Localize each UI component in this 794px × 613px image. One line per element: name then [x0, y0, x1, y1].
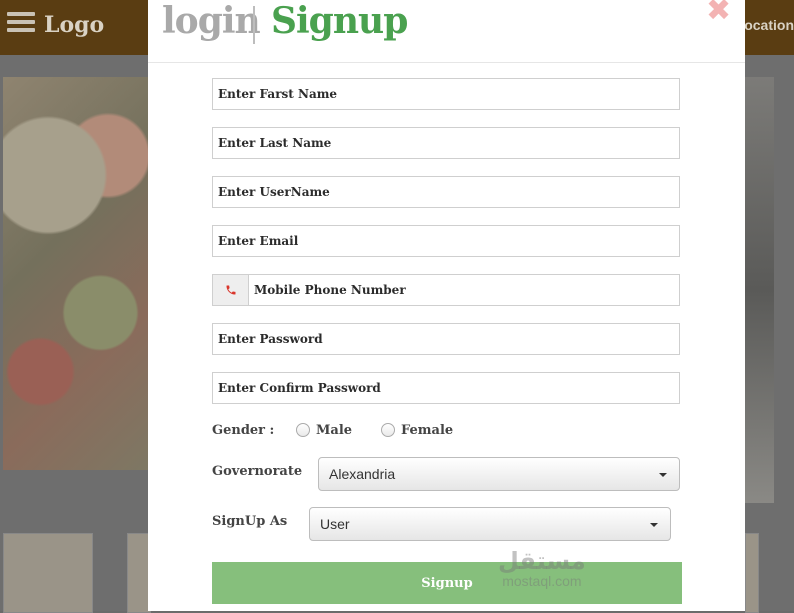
mobile-phone-input[interactable]: [249, 275, 679, 305]
mobile-phone-field[interactable]: [212, 274, 680, 306]
chevron-down-icon: [659, 473, 667, 477]
signup-as-select[interactable]: User: [309, 507, 671, 541]
modal-header: login Signup ✖: [148, 0, 745, 63]
governorate-select[interactable]: Alexandria: [318, 457, 680, 491]
close-icon[interactable]: ✖: [706, 0, 731, 26]
email-input[interactable]: [213, 226, 679, 256]
last-name-input[interactable]: [213, 128, 679, 158]
gender-label: Gender :: [212, 423, 275, 438]
background-logo: Logo: [44, 12, 105, 38]
governorate-selected-value: Alexandria: [329, 466, 396, 482]
signup-as-selected-value: User: [320, 516, 350, 532]
gender-female-label[interactable]: Female: [401, 423, 453, 438]
confirm-password-field[interactable]: [212, 372, 680, 404]
first-name-input[interactable]: [213, 79, 679, 109]
password-field[interactable]: [212, 323, 680, 355]
gender-female-radio[interactable]: [381, 423, 395, 437]
signup-button[interactable]: Signup: [212, 562, 682, 604]
last-name-field[interactable]: [212, 127, 680, 159]
confirm-password-input[interactable]: [213, 373, 679, 403]
username-field[interactable]: [212, 176, 680, 208]
background-card: [3, 533, 93, 613]
background-card: [745, 533, 759, 613]
chevron-down-icon: [650, 523, 658, 527]
username-input[interactable]: [213, 177, 679, 207]
tab-divider: [253, 6, 255, 44]
phone-icon: [213, 275, 249, 305]
signup-modal: login Signup ✖ Gender : Male Female Gove…: [148, 0, 745, 611]
gender-male-radio[interactable]: [296, 423, 310, 437]
background-side-photo: [744, 77, 774, 503]
hamburger-menu-icon: [7, 12, 35, 36]
first-name-field[interactable]: [212, 78, 680, 110]
governorate-label: Governorate: [212, 464, 303, 479]
tab-login[interactable]: login: [162, 0, 261, 42]
signup-as-label: SignUp As: [212, 514, 288, 529]
background-location-link: ocation: [744, 17, 794, 33]
background-food-photo: [3, 77, 153, 470]
gender-male-label[interactable]: Male: [316, 423, 352, 438]
password-input[interactable]: [213, 324, 679, 354]
tab-signup[interactable]: Signup: [271, 0, 408, 42]
email-field[interactable]: [212, 225, 680, 257]
